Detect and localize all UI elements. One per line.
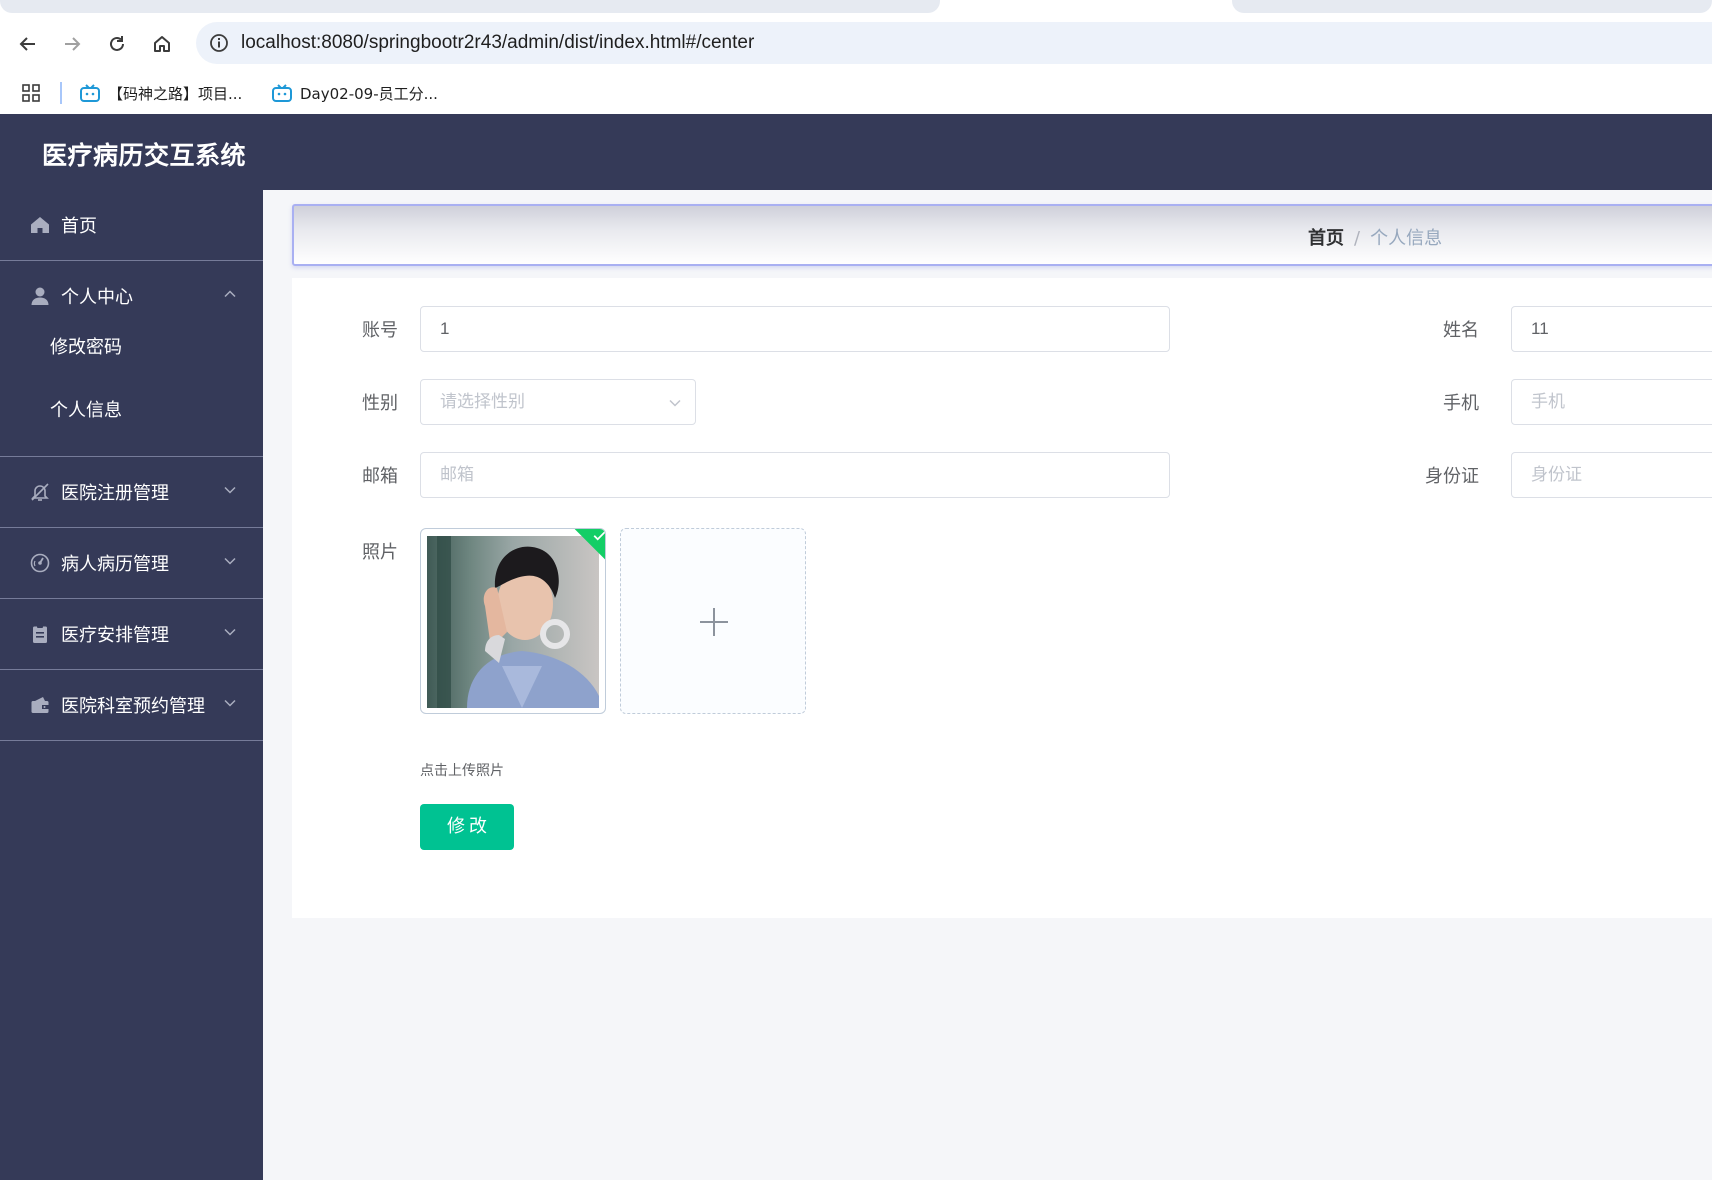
app-header: 医疗病历交互系统 xyxy=(0,114,1712,190)
arrow-left-icon xyxy=(19,37,35,51)
browser-tab-inactive[interactable] xyxy=(1232,0,1712,13)
phone-input[interactable]: 手机 xyxy=(1511,379,1712,425)
photo-label: 照片 xyxy=(362,542,398,563)
sidebar-item-home[interactable]: 首页 xyxy=(0,190,263,261)
browser-tab-inactive[interactable] xyxy=(0,0,940,13)
breadcrumb-separator: / xyxy=(1354,228,1361,249)
sidebar-subitem-label: 个人信息 xyxy=(50,400,122,421)
account-label: 账号 xyxy=(362,320,398,341)
uploaded-photo-thumbnail[interactable] xyxy=(420,528,606,714)
sidebar-item-medical-arrangement[interactable]: 医疗安排管理 xyxy=(0,599,263,670)
sidebar-subitem-label: 修改密码 xyxy=(50,337,122,358)
name-label: 姓名 xyxy=(1443,320,1479,341)
chevron-down-icon xyxy=(224,699,236,707)
forward-button[interactable] xyxy=(57,29,87,59)
back-button[interactable] xyxy=(13,29,43,59)
sidebar-item-label: 医疗安排管理 xyxy=(61,625,169,646)
bell-off-icon xyxy=(31,483,49,501)
name-input[interactable]: 11 xyxy=(1511,306,1712,352)
sidebar-item-label: 医院注册管理 xyxy=(61,483,169,504)
submenu-personal-center: 修改密码 个人信息 xyxy=(0,261,263,457)
reload-button[interactable] xyxy=(102,29,132,59)
browser-toolbar: localhost:8080/springbootr2r43/admin/dis… xyxy=(0,14,1712,72)
photo-upload-trigger[interactable] xyxy=(620,528,806,714)
reload-icon xyxy=(110,36,124,51)
home-button[interactable] xyxy=(147,29,177,59)
wallet-icon xyxy=(31,697,49,713)
personal-info-form: 账号 1 姓名 11 性别 请选择性别 手机 手机 邮箱 邮箱 身份证 身份证 … xyxy=(292,278,1712,918)
gender-select[interactable]: 请选择性别 xyxy=(420,379,696,425)
breadcrumb-home-link[interactable]: 首页 xyxy=(1308,228,1344,249)
bilibili-icon xyxy=(80,84,100,102)
chevron-down-icon xyxy=(224,557,236,565)
email-label: 邮箱 xyxy=(362,466,398,487)
url-text[interactable]: localhost:8080/springbootr2r43/admin/dis… xyxy=(241,32,754,54)
info-icon[interactable] xyxy=(208,32,230,54)
bookmark-label: Day02-09-员工分... xyxy=(300,84,438,103)
bookmark-label: 【码神之路】项目... xyxy=(108,84,243,103)
home-icon xyxy=(31,217,49,233)
breadcrumb: 首页 / 个人信息 xyxy=(1308,224,1442,250)
phone-label: 手机 xyxy=(1443,393,1479,414)
bookmark-item[interactable]: Day02-09-员工分... xyxy=(272,80,438,106)
bookmarks-divider xyxy=(60,82,62,104)
bookmark-item[interactable]: 【码神之路】项目... xyxy=(80,80,242,106)
upload-tip: 点击上传照片 xyxy=(420,763,504,779)
gender-label: 性别 xyxy=(362,393,398,414)
arrow-right-icon xyxy=(65,37,81,51)
bookmarks-bar: 【码神之路】项目... Day02-09-员工分... xyxy=(0,72,1712,114)
app-title: 医疗病历交互系统 xyxy=(42,141,247,170)
address-bar[interactable]: localhost:8080/springbootr2r43/admin/dis… xyxy=(196,22,1712,64)
sidebar-item-department-appointment[interactable]: 医院科室预约管理 xyxy=(0,670,263,741)
apps-grid-icon[interactable] xyxy=(22,84,41,103)
main-content: 首页 / 个人信息 账号 1 姓名 11 性别 请选择性别 手机 手机 邮箱 邮箱 … xyxy=(263,190,1712,1180)
gender-select-placeholder: 请选择性别 xyxy=(440,392,525,411)
sidebar-subitem-change-password[interactable]: 修改密码 xyxy=(0,313,263,376)
sidebar-item-label: 首页 xyxy=(61,216,97,237)
bilibili-icon xyxy=(272,84,292,102)
email-input[interactable]: 邮箱 xyxy=(420,452,1170,498)
chevron-down-icon xyxy=(669,399,681,407)
sidebar: 首页 个人中心 修改密码 个人信息 医院注册管理 病人病历管理 医疗安排管理 医… xyxy=(0,190,263,1180)
idcard-input[interactable]: 身份证 xyxy=(1511,452,1712,498)
sidebar-item-label: 病人病历管理 xyxy=(61,554,169,575)
sidebar-item-hospital-registration[interactable]: 医院注册管理 xyxy=(0,457,263,528)
sidebar-item-patient-records[interactable]: 病人病历管理 xyxy=(0,528,263,599)
chevron-down-icon xyxy=(224,628,236,636)
submit-button[interactable]: 修改 xyxy=(420,804,514,850)
browser-tab-strip xyxy=(0,0,1712,14)
breadcrumb-bar: 首页 / 个人信息 xyxy=(292,204,1712,266)
check-icon xyxy=(593,531,605,541)
clipboard-icon xyxy=(33,625,47,643)
gauge-icon xyxy=(30,553,50,573)
account-input[interactable]: 1 xyxy=(420,306,1170,352)
sidebar-subitem-personal-info[interactable]: 个人信息 xyxy=(0,376,263,439)
chevron-down-icon xyxy=(224,486,236,494)
breadcrumb-current: 个人信息 xyxy=(1370,228,1443,249)
profile-photo xyxy=(427,536,599,708)
house-icon xyxy=(154,36,170,52)
plus-icon xyxy=(700,608,728,636)
sidebar-item-label: 医院科室预约管理 xyxy=(61,696,205,717)
idcard-label: 身份证 xyxy=(1425,466,1479,487)
